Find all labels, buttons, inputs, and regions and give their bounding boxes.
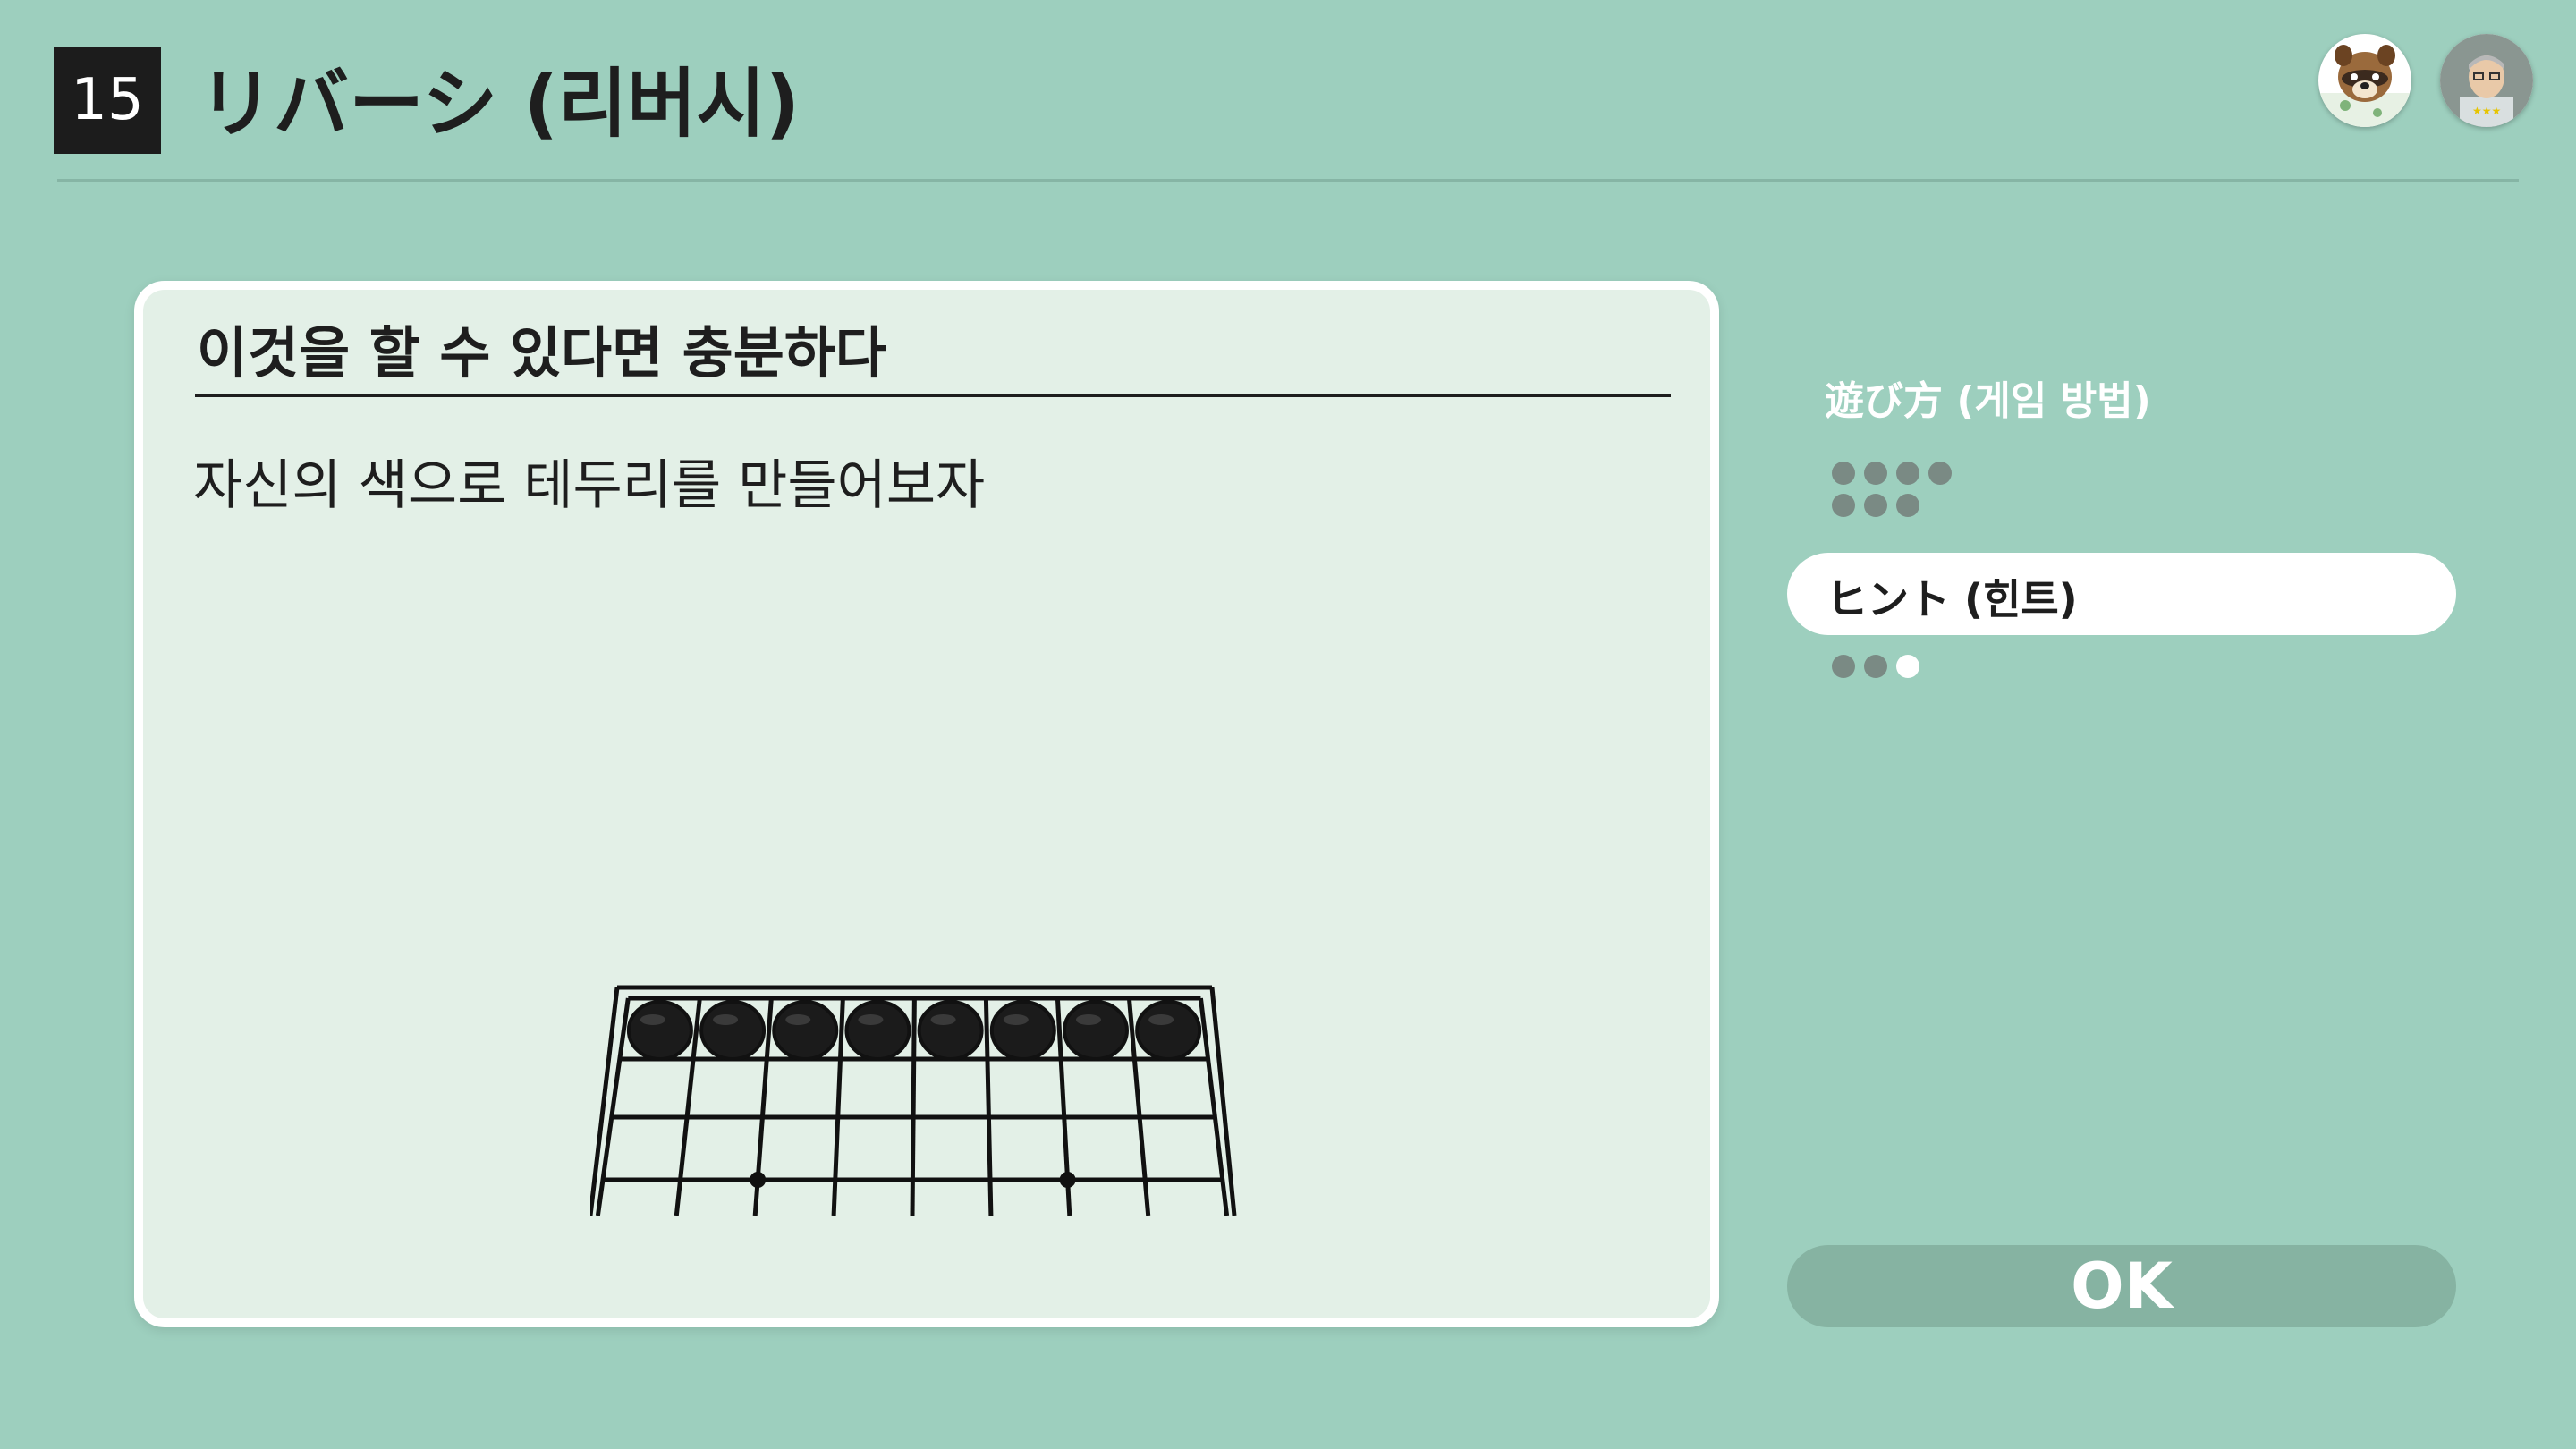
progress-dot <box>1928 462 1952 485</box>
black-stone <box>626 1000 693 1061</box>
game-title: リバーシ (리버시) <box>199 60 801 148</box>
top-bar: 15 リバーシ (리버시) ★★★ <box>0 0 2576 188</box>
stone-highlight <box>858 1014 884 1025</box>
progress-dot <box>1896 494 1919 517</box>
hint-tab-label: ヒント (힌트) <box>1826 575 2078 623</box>
stone-highlight <box>930 1014 956 1025</box>
how-to-play-progress-dots-row2 <box>1832 494 1928 526</box>
progress-dot <box>1832 462 1855 485</box>
progress-dot <box>1832 655 1855 678</box>
black-stone <box>1062 1000 1129 1061</box>
card-description: 자신의 색으로 테두리를 만들어보자 <box>193 454 986 517</box>
progress-dot <box>1832 494 1855 517</box>
board-star-point <box>750 1172 767 1188</box>
hint-progress-dots <box>1832 655 1928 687</box>
stone-highlight <box>640 1014 665 1025</box>
card-divider <box>195 394 1671 397</box>
stone-highlight <box>1075 1014 1101 1025</box>
progress-dot <box>1896 655 1919 678</box>
board-vertical-line <box>910 997 917 1216</box>
progress-dot <box>1896 462 1919 485</box>
person-face-icon: ★★★ <box>2440 34 2533 127</box>
card-heading: 이것을 할 수 있다면 충분하다 <box>197 320 886 386</box>
svg-text:★★★: ★★★ <box>2472 105 2501 117</box>
black-stone <box>699 1000 767 1061</box>
progress-dot <box>1864 494 1887 517</box>
title-divider <box>57 179 2519 182</box>
hint-card: 이것을 할 수 있다면 충분하다 자신의 색으로 테두리를 만들어보자 <box>134 281 1719 1327</box>
how-to-play-label[interactable]: 遊び方 (게임 방법) <box>1825 369 2151 426</box>
game-number-badge: 15 <box>54 47 161 154</box>
hint-tab[interactable]: ヒント (힌트) <box>1787 553 2456 635</box>
board-star-point <box>1059 1172 1076 1188</box>
progress-dot <box>1864 655 1887 678</box>
how-to-play-progress-dots <box>1832 462 1961 494</box>
ok-button[interactable]: OK <box>1787 1245 2456 1327</box>
black-stone <box>1135 1000 1202 1061</box>
progress-dot <box>1864 462 1887 485</box>
black-stone <box>772 1000 839 1061</box>
stone-highlight <box>785 1014 811 1025</box>
stone-highlight <box>1148 1014 1174 1025</box>
stone-highlight <box>1003 1014 1029 1025</box>
raccoon-avatar-icon[interactable] <box>2318 34 2411 127</box>
black-stone <box>917 1000 984 1061</box>
reversi-board-illustration <box>590 985 1237 1216</box>
stone-highlight <box>713 1014 739 1025</box>
black-stone <box>844 1000 911 1061</box>
old-man-avatar-icon[interactable]: ★★★ <box>2440 34 2533 127</box>
raccoon-face-icon <box>2318 45 2411 127</box>
black-stone <box>989 1000 1056 1061</box>
